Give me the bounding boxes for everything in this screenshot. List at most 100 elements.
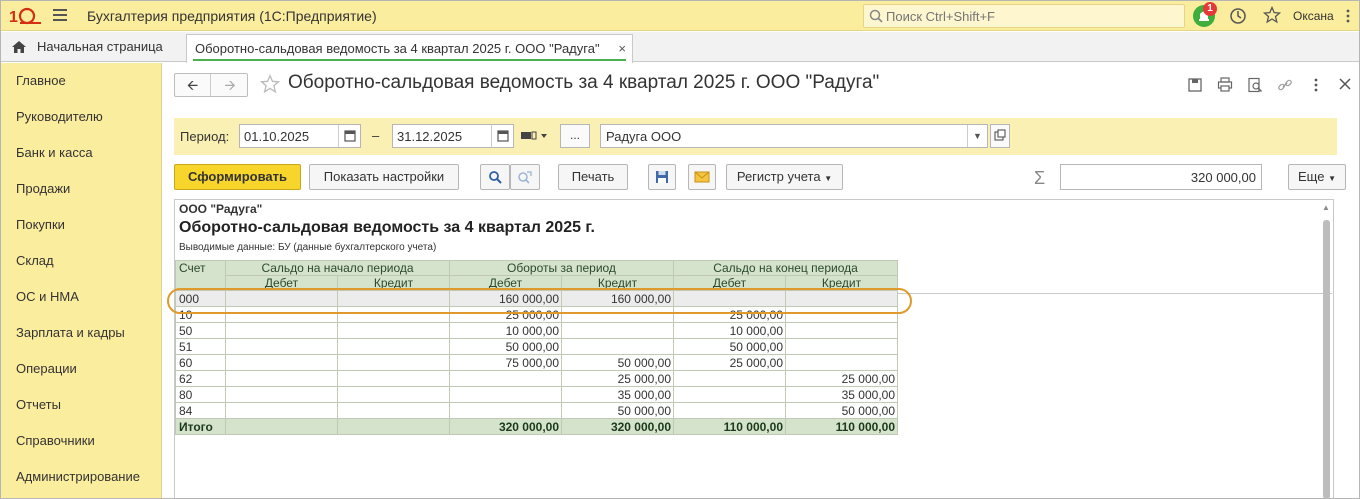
generate-button[interactable]: Сформировать bbox=[174, 164, 301, 190]
sidebar-item-manager[interactable]: Руководителю bbox=[16, 109, 103, 124]
cell-closing-debit bbox=[673, 402, 786, 419]
table-row[interactable]: 60 75 000,00 50 000,00 25 000,00 bbox=[175, 354, 898, 371]
sidebar-item-payroll[interactable]: Зарплата и кадры bbox=[16, 325, 125, 340]
cell-turnover-debit: 75 000,00 bbox=[449, 354, 562, 371]
print-button[interactable]: Печать bbox=[558, 164, 628, 190]
add-favorite-star-icon[interactable] bbox=[260, 74, 280, 94]
report-note: Выводимые данные: БУ (данные бухгалтерск… bbox=[179, 242, 437, 253]
sidebar-item-warehouse[interactable]: Склад bbox=[16, 253, 54, 268]
send-email-button[interactable] bbox=[688, 164, 716, 190]
current-user[interactable]: Оксана bbox=[1293, 9, 1334, 23]
link-icon[interactable] bbox=[1277, 77, 1293, 93]
organization-field[interactable]: Радуга ООО ▼ bbox=[600, 124, 988, 148]
notifications-count-badge: 1 bbox=[1203, 2, 1217, 16]
cell-turnover-debit bbox=[449, 402, 562, 419]
table-total-row[interactable]: Итого 320 000,00 320 000,00 110 000,00 1… bbox=[175, 418, 898, 435]
show-settings-button[interactable]: Показать настройки bbox=[309, 164, 459, 190]
cell-opening-debit bbox=[225, 354, 338, 371]
dropdown-arrow-icon[interactable]: ▼ bbox=[967, 125, 987, 147]
chevron-down-icon: ▼ bbox=[1328, 174, 1336, 183]
1c-logo-icon[interactable]: 1 bbox=[9, 7, 41, 25]
sidebar-item-bank[interactable]: Банк и касса bbox=[16, 145, 93, 160]
calendar-icon[interactable] bbox=[338, 125, 360, 147]
open-organization-icon[interactable] bbox=[990, 124, 1010, 148]
table-row[interactable]: 62 25 000,00 25 000,00 bbox=[175, 370, 898, 387]
cell-total-label: Итого bbox=[175, 418, 226, 435]
report-divider bbox=[897, 293, 1332, 294]
organization-value: Радуга ООО bbox=[606, 129, 682, 144]
more-button[interactable]: Еще ▼ bbox=[1288, 164, 1346, 190]
home-icon bbox=[12, 41, 26, 53]
sidebar-item-sales[interactable]: Продажи bbox=[16, 181, 70, 196]
cell-opening-debit bbox=[225, 418, 338, 435]
date-from-field[interactable]: 01.10.2025 bbox=[239, 124, 361, 148]
cell-account: 50 bbox=[175, 322, 226, 339]
sidebar-item-admin[interactable]: Администрирование bbox=[16, 469, 140, 484]
cell-closing-debit: 25 000,00 bbox=[673, 354, 786, 371]
cell-closing-debit: 10 000,00 bbox=[673, 322, 786, 339]
app-title: Бухгалтерия предприятия (1С:Предприятие) bbox=[87, 8, 377, 24]
find-button[interactable] bbox=[480, 164, 510, 190]
sidebar-item-assets[interactable]: ОС и НМА bbox=[16, 289, 79, 304]
table-row[interactable]: 80 35 000,00 35 000,00 bbox=[175, 386, 898, 403]
calendar-icon[interactable] bbox=[491, 125, 513, 147]
tab-report-label: Оборотно-сальдовая ведомость за 4 кварта… bbox=[195, 41, 600, 56]
cell-closing-credit: 50 000,00 bbox=[785, 402, 898, 419]
forward-arrow-icon[interactable]: 🡪 bbox=[212, 74, 248, 96]
report-document[interactable]: ООО "Радуга" Оборотно-сальдовая ведомост… bbox=[174, 199, 1334, 498]
favorites-star-icon[interactable] bbox=[1263, 6, 1281, 24]
period-select-button[interactable]: ... bbox=[560, 124, 590, 148]
report-scrollbar[interactable]: ▲ bbox=[1319, 200, 1333, 498]
search-input[interactable] bbox=[886, 7, 1176, 25]
report-title: Оборотно-сальдовая ведомость за 4 кварта… bbox=[179, 219, 595, 236]
cell-closing-credit: 110 000,00 bbox=[785, 418, 898, 435]
find-next-button[interactable] bbox=[510, 164, 540, 190]
back-arrow-icon[interactable]: 🡨 bbox=[175, 74, 211, 96]
cell-turnover-credit: 25 000,00 bbox=[561, 370, 674, 387]
sidebar-item-main[interactable]: Главное bbox=[16, 73, 66, 88]
table-row[interactable]: 50 10 000,00 10 000,00 bbox=[175, 322, 898, 339]
main-menu-icon[interactable] bbox=[53, 9, 67, 23]
scroll-up-arrow-icon[interactable]: ▲ bbox=[1322, 203, 1330, 212]
print-icon[interactable] bbox=[1217, 77, 1233, 93]
cell-turnover-debit: 10 000,00 bbox=[449, 322, 562, 339]
date-from-value: 01.10.2025 bbox=[244, 129, 310, 144]
scrollbar-thumb[interactable] bbox=[1323, 220, 1330, 498]
active-tab-indicator bbox=[193, 59, 626, 61]
tab-report[interactable]: Оборотно-сальдовая ведомость за 4 кварта… bbox=[186, 34, 633, 63]
cell-turnover-credit: 35 000,00 bbox=[561, 386, 674, 403]
sidebar-item-reports[interactable]: Отчеты bbox=[16, 397, 61, 412]
cell-opening-credit bbox=[337, 402, 450, 419]
save-icon[interactable] bbox=[1187, 77, 1203, 93]
register-button[interactable]: Регистр учета ▼ bbox=[726, 164, 843, 190]
global-search[interactable] bbox=[863, 4, 1185, 28]
sidebar-item-catalogs[interactable]: Справочники bbox=[16, 433, 95, 448]
search-icon bbox=[869, 9, 883, 23]
tabs-bar: Начальная страница Оборотно-сальдовая ве… bbox=[1, 32, 1359, 63]
cell-turnover-credit: 320 000,00 bbox=[561, 418, 674, 435]
cell-opening-debit bbox=[225, 386, 338, 403]
sidebar-item-operations[interactable]: Операции bbox=[16, 361, 77, 376]
close-tab-icon[interactable]: × bbox=[618, 41, 626, 56]
app-window: 1 Бухгалтерия предприятия (1С:Предприяти… bbox=[0, 0, 1360, 499]
cell-closing-credit: 25 000,00 bbox=[785, 370, 898, 387]
form-more-icon[interactable] bbox=[1313, 77, 1319, 93]
more-vertical-icon[interactable] bbox=[1345, 8, 1351, 24]
close-form-icon[interactable] bbox=[1338, 77, 1352, 91]
table-row[interactable]: 51 50 000,00 50 000,00 bbox=[175, 338, 898, 355]
history-icon[interactable] bbox=[1229, 7, 1247, 25]
cell-account: 51 bbox=[175, 338, 226, 355]
cell-account: 60 bbox=[175, 354, 226, 371]
table-row[interactable]: 84 50 000,00 50 000,00 bbox=[175, 402, 898, 419]
sidebar-item-purchases[interactable]: Покупки bbox=[16, 217, 65, 232]
selected-sum-field: 320 000,00 bbox=[1060, 164, 1262, 190]
selected-sum-value: 320 000,00 bbox=[1190, 170, 1256, 185]
cell-opening-debit bbox=[225, 370, 338, 387]
cell-closing-credit bbox=[785, 322, 898, 339]
preview-icon[interactable] bbox=[1247, 77, 1263, 93]
period-type-selector-icon[interactable] bbox=[521, 131, 549, 141]
tab-home[interactable]: Начальная страница bbox=[1, 32, 181, 62]
date-to-field[interactable]: 31.12.2025 bbox=[392, 124, 514, 148]
magnifier-icon bbox=[489, 171, 502, 184]
save-report-button[interactable] bbox=[648, 164, 676, 190]
